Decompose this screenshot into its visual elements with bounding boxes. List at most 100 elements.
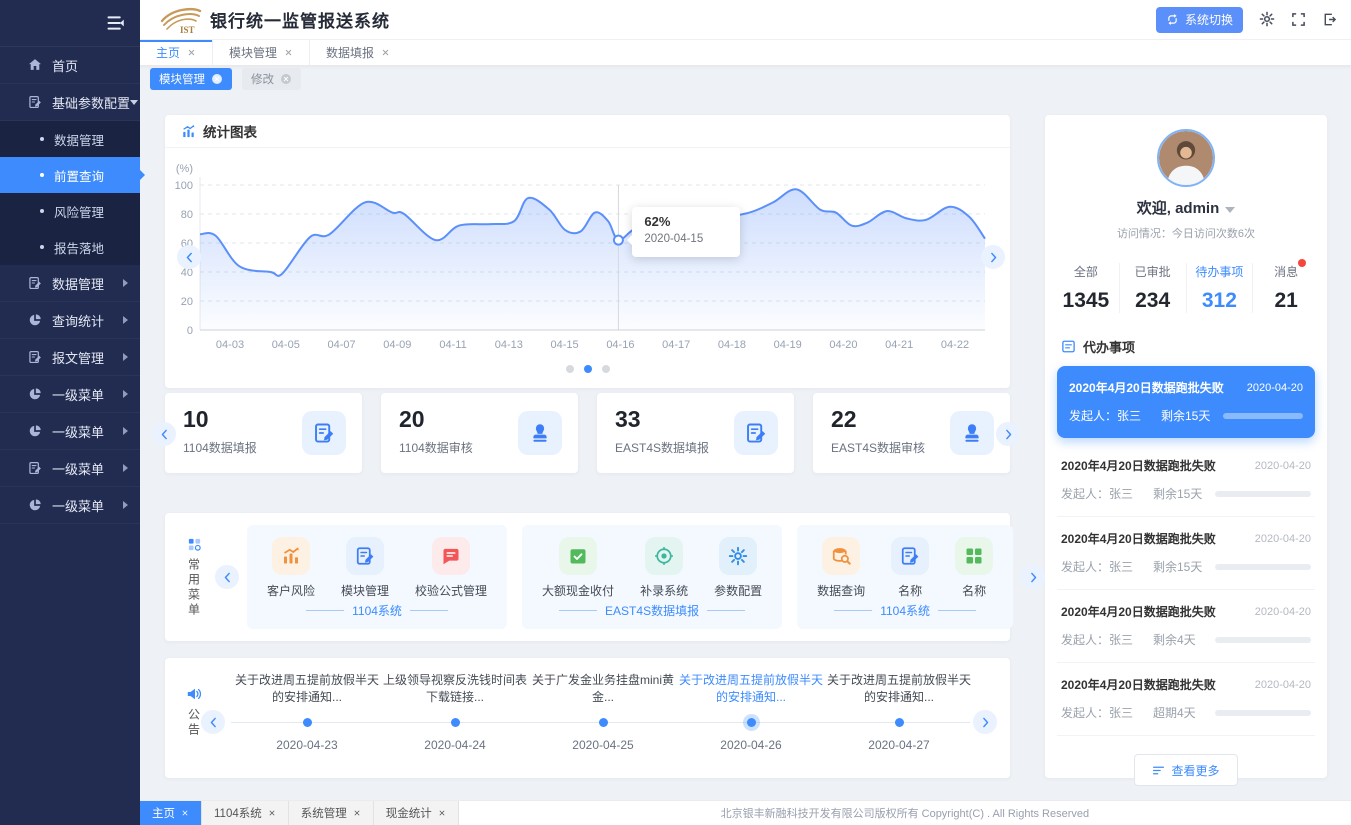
announcement-prev-button[interactable]	[201, 710, 225, 734]
stat-card-east4s-fill[interactable]: 33 EAST4S数据填报	[597, 393, 794, 473]
chart-next-button[interactable]	[981, 245, 1005, 269]
footer-tab-home[interactable]: 主页	[140, 801, 202, 825]
stat-card-1104-audit[interactable]: 20 1104数据审核	[381, 393, 578, 473]
close-icon[interactable]	[280, 73, 292, 85]
submenu-item-data-mgmt[interactable]: 数据管理	[0, 121, 140, 157]
pagination-dot[interactable]	[602, 365, 610, 373]
submenu-item-report-landing[interactable]: 报告落地	[0, 229, 140, 265]
stat-row-next-button[interactable]	[996, 422, 1020, 446]
announcement-next-button[interactable]	[973, 710, 997, 734]
menu-group-east4s: 大额现金收付 补录系统 参数配置 EAST4S数据填报	[522, 525, 782, 629]
menu-item-formula-mgmt[interactable]: 校验公式管理	[415, 537, 487, 599]
stat-messages[interactable]: 消息 21	[1252, 263, 1319, 313]
close-icon[interactable]	[211, 73, 223, 85]
view-more-button[interactable]: 查看更多	[1134, 754, 1238, 786]
close-icon[interactable]	[187, 48, 196, 57]
menu-item-cash-payment[interactable]: 大额现金收付	[542, 537, 614, 599]
close-icon[interactable]	[181, 809, 189, 817]
sidebar-item-menu-1[interactable]: 一级菜单	[0, 376, 140, 413]
close-icon[interactable]	[284, 48, 293, 57]
notification-badge	[1298, 259, 1306, 267]
svg-text:04-22: 04-22	[941, 339, 969, 351]
todo-item[interactable]: 2020年4月20日数据跑批失败2020-04-20 发起人：张三剩余15天	[1057, 517, 1315, 590]
announcement-item[interactable]: 关于改进周五提前放假半天的安排通知... 2020-04-27	[824, 658, 974, 778]
stat-col-value: 234	[1120, 289, 1186, 313]
sidebar-item-menu-3[interactable]: 一级菜单	[0, 450, 140, 487]
bullet-icon	[40, 173, 44, 177]
menu-item-customer-risk[interactable]: 客户风险	[267, 537, 315, 599]
todo-item[interactable]: 2020年4月20日数据跑批失败2020-04-20 发起人：张三超期4天	[1057, 663, 1315, 736]
sidebar-item-query-stats[interactable]: 查询统计	[0, 302, 140, 339]
chip-modify[interactable]: 修改	[242, 68, 301, 90]
menu-item-data-query[interactable]: 数据查询	[817, 537, 865, 599]
announcement-item-active[interactable]: 关于改进周五提前放假半天的安排通知... 2020-04-26	[676, 658, 826, 778]
doc-edit-icon	[28, 95, 42, 109]
sidebar-item-base-params[interactable]: 基础参数配置	[0, 84, 140, 121]
fullscreen-icon[interactable]	[1291, 11, 1306, 29]
announcement-item[interactable]: 上级领导视察反洗钱时间表下载链接... 2020-04-24	[380, 658, 530, 778]
pagination-dot[interactable]	[584, 365, 592, 373]
menu-item-param-config[interactable]: 参数配置	[714, 537, 762, 599]
stats-chart-card: 统计图表 020406080100(%)04-0304-0504-0704-09…	[165, 115, 1010, 388]
tab-module-mgmt[interactable]: 模块管理	[212, 40, 309, 65]
stat-approved[interactable]: 已审批 234	[1119, 263, 1186, 313]
tab-home[interactable]: 主页	[140, 40, 212, 65]
announcement-item[interactable]: 关于改进周五提前放假半天的安排通知... 2020-04-23	[232, 658, 382, 778]
timeline-dot	[599, 718, 608, 727]
quick-menu-prev-button[interactable]	[215, 565, 239, 589]
stat-todo[interactable]: 待办事项 312	[1186, 263, 1253, 313]
bullet-icon	[40, 137, 44, 141]
settings-gear-icon[interactable]	[1259, 11, 1275, 29]
footer-tab-sysmgmt[interactable]: 系统管理	[289, 801, 374, 825]
doc-edit-icon	[302, 411, 346, 455]
menu-item-module-mgmt[interactable]: 模块管理	[341, 537, 389, 599]
menu-item-name-1[interactable]: 名称	[891, 537, 929, 599]
stat-row-prev-button[interactable]	[152, 422, 176, 446]
sidebar-item-message-mgmt[interactable]: 报文管理	[0, 339, 140, 376]
footer-tab-cashstats[interactable]: 现金统计	[374, 801, 459, 825]
menu-item-supplement-system[interactable]: 补录系统	[640, 537, 688, 599]
collapse-menu-icon[interactable]	[106, 13, 126, 33]
pagination-dot[interactable]	[566, 365, 574, 373]
close-icon[interactable]	[381, 48, 390, 57]
sidebar-item-menu-2[interactable]: 一级菜单	[0, 413, 140, 450]
chart-pagination-dots[interactable]	[165, 365, 1010, 373]
sidebar-item-home[interactable]: 首页	[0, 47, 140, 84]
submenu-item-label: 数据管理	[54, 130, 104, 149]
todo-item[interactable]: 2020年4月20日数据跑批失败2020-04-20 发起人：张三剩余15天	[1057, 444, 1315, 517]
todo-date: 2020-04-20	[1255, 533, 1311, 545]
menu-item-label: 名称	[962, 582, 986, 599]
footer-tab-1104[interactable]: 1104系统	[202, 801, 289, 825]
quick-menu-next-button[interactable]	[1021, 565, 1045, 589]
chart-prev-button[interactable]	[177, 245, 201, 269]
submenu-item-risk-mgmt[interactable]: 风险管理	[0, 193, 140, 229]
footer-bar: 主页 1104系统 系统管理 现金统计 北京银丰新融科技开发有限公司版权所有 C…	[140, 800, 1351, 825]
sidebar-item-data-mgmt[interactable]: 数据管理	[0, 265, 140, 302]
stat-col-label: 已审批	[1135, 263, 1171, 280]
quick-menu-card: 常用菜单 客户风险 模块管理 校验公式管理 1104系统 大额现金收付 补录系统…	[165, 513, 1010, 641]
chip-module-mgmt[interactable]: 模块管理	[150, 68, 232, 90]
close-icon[interactable]	[438, 809, 446, 817]
welcome-dropdown[interactable]: 欢迎, admin	[1045, 197, 1327, 218]
sidebar-item-menu-4[interactable]: 一级菜单	[0, 487, 140, 524]
close-icon[interactable]	[353, 809, 361, 817]
stat-card-east4s-audit[interactable]: 22 EAST4S数据审核	[813, 393, 1010, 473]
submenu-item-pre-query[interactable]: 前置查询	[0, 157, 140, 193]
logout-icon[interactable]	[1322, 11, 1337, 29]
stat-all[interactable]: 全部 1345	[1053, 263, 1119, 313]
pie-chart-icon	[28, 498, 42, 512]
system-switch-button[interactable]: 系统切换	[1156, 7, 1243, 33]
progress-bar	[1215, 564, 1311, 570]
todo-item-active[interactable]: 2020年4月20日数据跑批失败2020-04-20 发起人：张三剩余15天	[1057, 366, 1315, 438]
tab-data-fill[interactable]: 数据填报	[309, 40, 406, 65]
svg-text:04-05: 04-05	[272, 339, 300, 351]
close-icon[interactable]	[268, 809, 276, 817]
announcement-item[interactable]: 关于广发金业务挂盘mini黄金... 2020-04-25	[528, 658, 678, 778]
svg-text:IST: IST	[180, 25, 195, 35]
menu-item-name-2[interactable]: 名称	[955, 537, 993, 599]
stat-card-1104-fill[interactable]: 10 1104数据填报	[165, 393, 362, 473]
bar-chart-icon	[272, 537, 310, 575]
todo-item[interactable]: 2020年4月20日数据跑批失败2020-04-20 发起人：张三剩余4天	[1057, 590, 1315, 663]
avatar[interactable]	[1157, 129, 1215, 187]
view-more-label: 查看更多	[1171, 762, 1219, 779]
